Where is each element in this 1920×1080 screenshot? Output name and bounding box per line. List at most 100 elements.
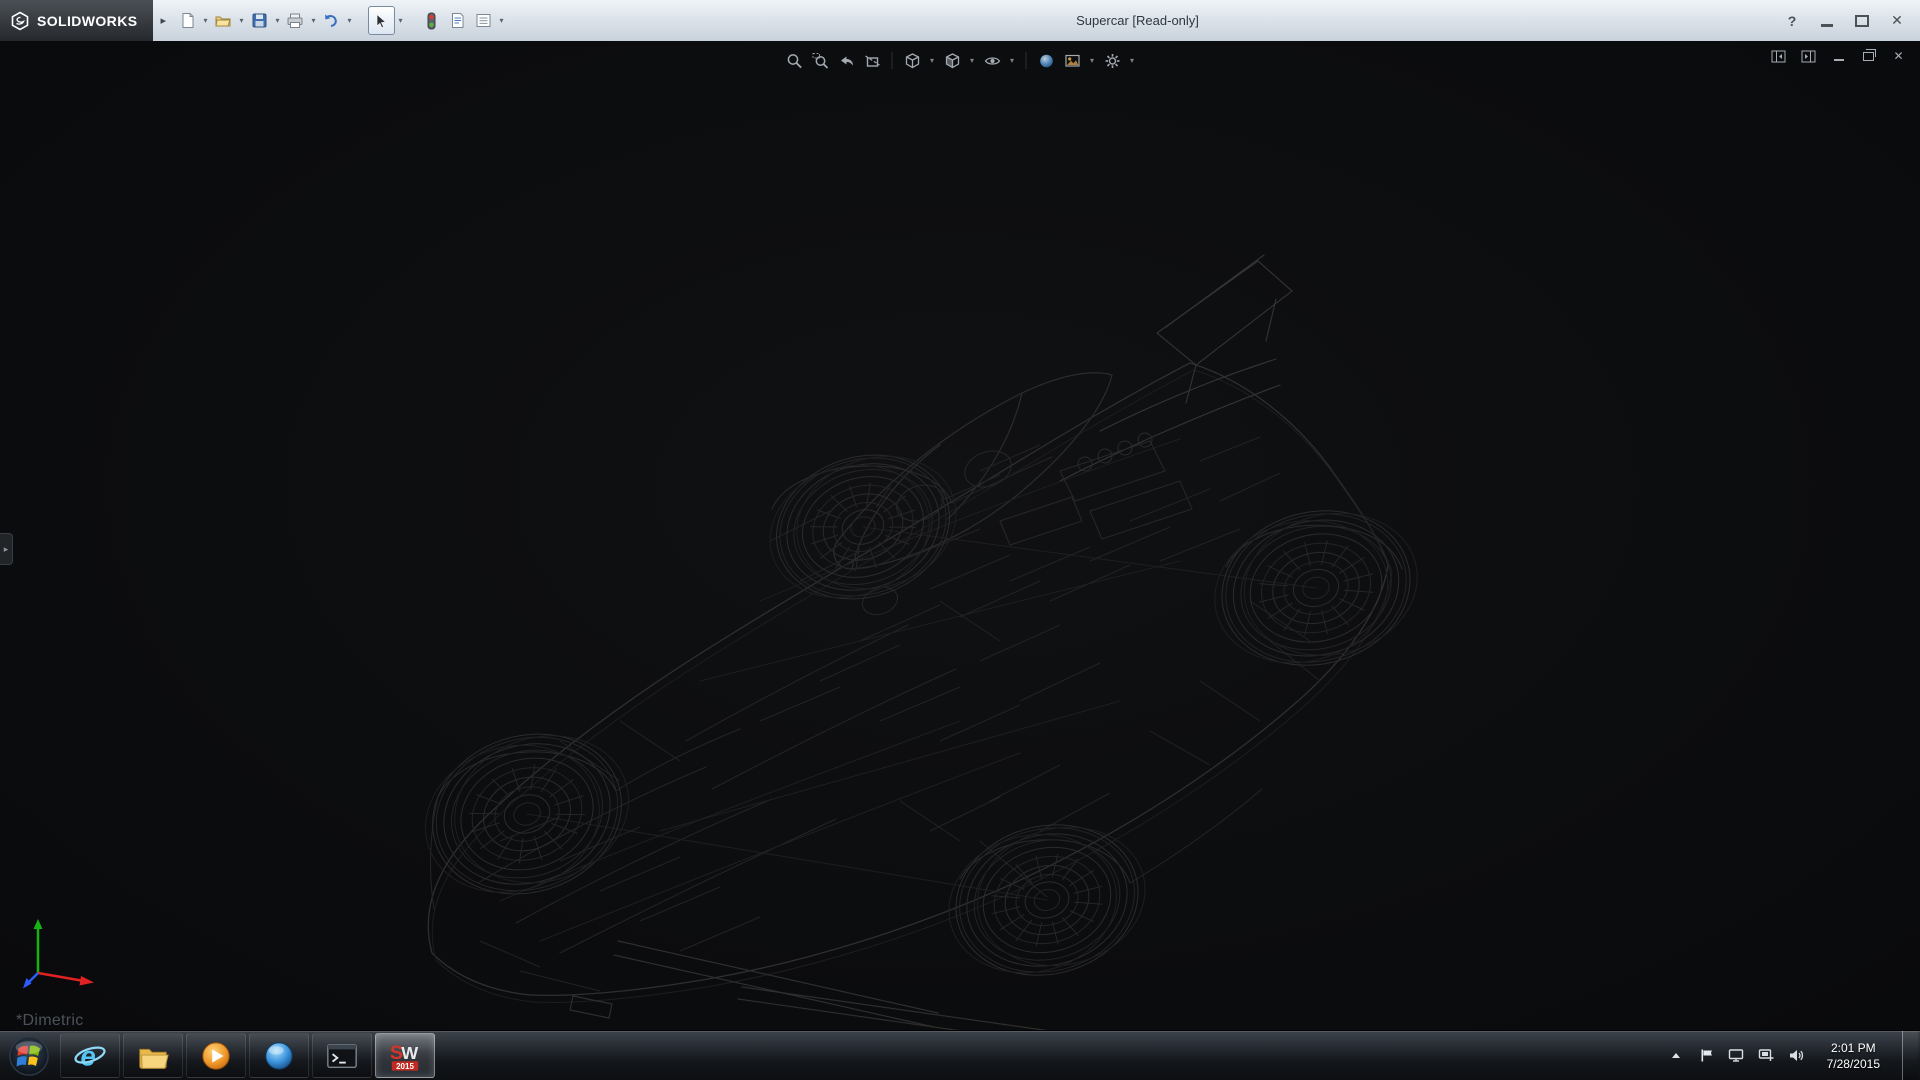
options-list-icon xyxy=(475,12,492,29)
display-icon xyxy=(1728,1048,1744,1063)
zoom-to-area-button[interactable] xyxy=(810,50,831,71)
taskbar-media-player-button[interactable] xyxy=(186,1033,246,1078)
print-dropdown[interactable]: ▾ xyxy=(309,7,318,34)
apply-scene-dropdown[interactable]: ▾ xyxy=(1088,50,1097,71)
windows-start-orb-icon xyxy=(8,1035,50,1077)
new-document-icon xyxy=(179,12,196,29)
hud-separator xyxy=(892,52,893,69)
reference-triad xyxy=(22,911,118,995)
app-titlebar: SOLIDWORKS ▸ ▾ ▾ xyxy=(0,0,1920,42)
save-icon xyxy=(251,12,268,29)
zoom-to-fit-button[interactable] xyxy=(784,50,805,71)
action-center-button[interactable] xyxy=(1698,1047,1715,1064)
hide-show-eye-icon xyxy=(983,52,1001,70)
taskbar-pinned-items: e xyxy=(60,1033,435,1078)
file-properties-icon xyxy=(449,12,466,29)
document-minimize-icon xyxy=(1834,59,1844,61)
solidworks-app-icon: S W 2015 xyxy=(388,1039,422,1073)
feature-manager-collapsed-handle[interactable]: ▸ xyxy=(0,533,13,565)
show-hidden-icons-button[interactable] xyxy=(1668,1047,1685,1064)
print-icon xyxy=(286,12,304,30)
collapse-left-pane-button[interactable] xyxy=(1771,49,1786,63)
collapse-right-pane-icon xyxy=(1801,50,1816,63)
taskbar-clock[interactable]: 2:01 PM 7/28/2015 xyxy=(1818,1040,1889,1072)
save-dropdown[interactable]: ▾ xyxy=(273,7,282,34)
rebuild-button[interactable] xyxy=(419,7,444,34)
taskbar-file-explorer-button[interactable] xyxy=(123,1033,183,1078)
taskbar-internet-explorer-button[interactable]: e xyxy=(60,1033,120,1078)
svg-text:W: W xyxy=(401,1042,418,1062)
open-button[interactable] xyxy=(211,7,236,34)
collapse-left-pane-icon xyxy=(1771,50,1786,63)
minimize-button[interactable] xyxy=(1819,12,1835,30)
clock-date: 7/28/2015 xyxy=(1827,1056,1880,1072)
view-settings-gear-icon xyxy=(1103,52,1121,70)
view-orientation-button[interactable] xyxy=(902,50,923,71)
solidworks-logo-text: SOLIDWORKS xyxy=(37,13,137,29)
view-settings-button[interactable] xyxy=(1102,50,1123,71)
maximize-button[interactable] xyxy=(1854,12,1870,30)
taskbar: e xyxy=(0,1030,1920,1080)
zoom-to-area-icon xyxy=(811,52,829,70)
options-button[interactable] xyxy=(471,7,496,34)
help-button[interactable]: ? xyxy=(1784,12,1800,30)
close-button[interactable]: ✕ xyxy=(1889,12,1905,30)
taskbar-solidworks-button[interactable]: S W 2015 xyxy=(375,1033,435,1078)
section-view-icon xyxy=(863,52,881,70)
undo-icon xyxy=(322,12,340,30)
undo-dropdown[interactable]: ▾ xyxy=(345,7,354,34)
clock-time: 2:01 PM xyxy=(1827,1040,1880,1056)
save-button[interactable] xyxy=(247,7,272,34)
select-cursor-icon xyxy=(373,13,389,29)
edit-appearance-button[interactable] xyxy=(1036,50,1057,71)
view-orientation-dropdown[interactable]: ▾ xyxy=(928,50,937,71)
hud-separator xyxy=(1026,52,1027,69)
folder-icon xyxy=(136,1039,170,1073)
volume-tray-button[interactable] xyxy=(1788,1047,1805,1064)
network-icon xyxy=(1758,1048,1774,1063)
document-minimize-button[interactable] xyxy=(1831,49,1846,63)
display-style-dropdown[interactable]: ▾ xyxy=(968,50,977,71)
collapse-right-pane-button[interactable] xyxy=(1801,49,1816,63)
flag-icon xyxy=(1699,1048,1714,1063)
view-orientation-label: *Dimetric xyxy=(16,1012,84,1030)
screen: SOLIDWORKS ▸ ▾ ▾ xyxy=(0,0,1920,1080)
svg-text:e: e xyxy=(81,1040,96,1071)
open-dropdown[interactable]: ▾ xyxy=(237,7,246,34)
taskbar-command-prompt-button[interactable] xyxy=(312,1033,372,1078)
minimize-icon xyxy=(1821,24,1833,27)
display-settings-tray-button[interactable] xyxy=(1728,1047,1745,1064)
network-tray-button[interactable] xyxy=(1758,1047,1775,1064)
hide-show-items-button[interactable] xyxy=(982,50,1003,71)
apply-scene-button[interactable] xyxy=(1062,50,1083,71)
document-close-button[interactable]: ✕ xyxy=(1891,49,1906,63)
maximize-icon xyxy=(1855,15,1869,27)
blue-circle-app-icon xyxy=(262,1039,296,1073)
options-dropdown[interactable]: ▾ xyxy=(497,7,506,34)
section-view-button[interactable] xyxy=(862,50,883,71)
new-document-button[interactable] xyxy=(175,7,200,34)
speaker-icon xyxy=(1788,1048,1804,1063)
menu-expand-arrow[interactable]: ▸ xyxy=(160,14,166,27)
window-controls: ? ✕ xyxy=(1769,12,1920,30)
new-document-dropdown[interactable]: ▾ xyxy=(201,7,210,34)
hide-show-items-dropdown[interactable]: ▾ xyxy=(1008,50,1017,71)
open-folder-icon xyxy=(214,12,232,30)
select-tool-button[interactable] xyxy=(368,6,395,35)
start-button[interactable] xyxy=(0,1031,58,1080)
zoom-to-fit-icon xyxy=(785,52,803,70)
select-tool-dropdown[interactable]: ▾ xyxy=(396,7,405,34)
undo-button[interactable] xyxy=(319,7,344,34)
chevron-up-icon xyxy=(1670,1050,1682,1062)
print-button[interactable] xyxy=(283,7,308,34)
show-desktop-button[interactable] xyxy=(1902,1031,1918,1080)
file-properties-button[interactable] xyxy=(445,7,470,34)
graphics-viewport[interactable]: ▾ ▾ ▾ xyxy=(0,41,1920,1031)
document-restore-button[interactable] xyxy=(1861,49,1876,63)
taskbar-blue-circle-app-button[interactable] xyxy=(249,1033,309,1078)
view-settings-dropdown[interactable]: ▾ xyxy=(1128,50,1137,71)
document-window-controls: ✕ xyxy=(1771,49,1906,63)
previous-view-button[interactable] xyxy=(836,50,857,71)
apply-scene-icon xyxy=(1063,52,1081,70)
display-style-button[interactable] xyxy=(942,50,963,71)
